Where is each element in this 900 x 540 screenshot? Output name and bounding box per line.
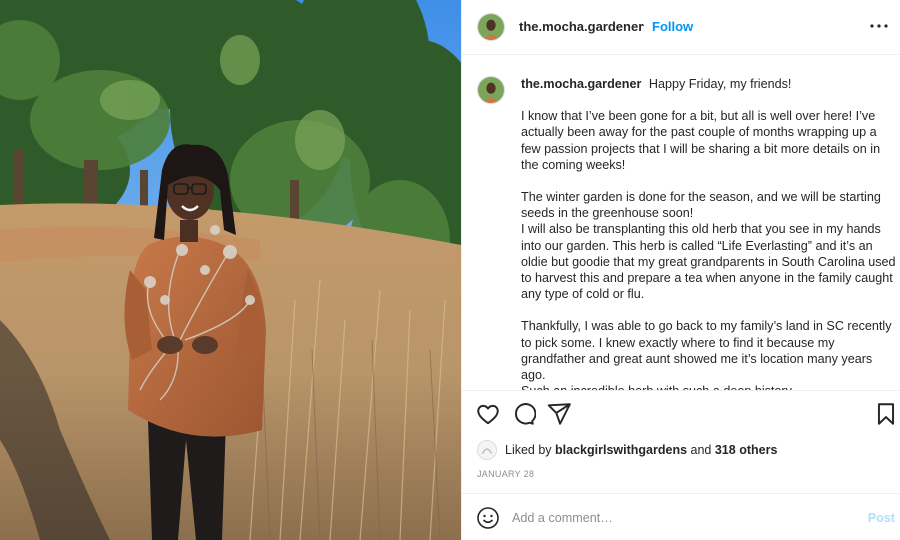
avatar-image [478, 77, 504, 103]
share-icon[interactable] [546, 401, 572, 427]
caption-paragraph: The winter garden is done for the season… [521, 190, 896, 302]
emoji-icon[interactable] [476, 506, 500, 530]
caption-paragraph: I know that I’ve been gone for a bit, bu… [521, 109, 881, 172]
post-header: the.mocha.gardener · Follow [462, 0, 900, 55]
post-date[interactable]: JANUARY 28 [477, 469, 534, 479]
post-side-panel: the.mocha.gardener · Follow the.mocha.ga… [461, 0, 900, 540]
comment-bar: Post [462, 493, 900, 540]
post-photo[interactable] [0, 0, 461, 540]
action-bar [462, 390, 900, 436]
likes-summary: Liked by blackgirlswithgardens and 318 o… [477, 440, 777, 460]
post-caption: the.mocha.gardener Happy Friday, my frie… [521, 76, 899, 390]
post-comment-button[interactable]: Post [868, 511, 895, 525]
caption-area[interactable]: the.mocha.gardener Happy Friday, my frie… [462, 56, 900, 390]
comment-input[interactable] [512, 505, 842, 531]
liker-avatar[interactable] [477, 440, 497, 460]
follow-button[interactable]: Follow [652, 19, 693, 34]
likes-others-link[interactable]: 318 others [715, 443, 778, 457]
likes-prefix: Liked by [505, 443, 552, 457]
liker-username[interactable]: blackgirlswithgardens [555, 443, 687, 457]
caption-greeting: Happy Friday, my friends! [648, 77, 792, 91]
caption-username[interactable]: the.mocha.gardener [521, 77, 641, 91]
caption-paragraph: Thankfully, I was able to go back to my … [521, 319, 892, 390]
heart-icon[interactable] [475, 401, 501, 427]
likes-conjunction: and [690, 443, 712, 457]
comment-icon[interactable] [510, 401, 536, 427]
caption-first-line: the.mocha.gardener Happy Friday, my frie… [521, 76, 899, 92]
bookmark-icon[interactable] [873, 401, 899, 427]
photo-illustration [0, 0, 461, 540]
separator-dot: · [641, 17, 646, 32]
header-username[interactable]: the.mocha.gardener [519, 19, 643, 34]
avatar[interactable] [477, 13, 505, 41]
more-options-icon[interactable] [865, 12, 893, 40]
avatar-image [478, 14, 504, 40]
caption-avatar[interactable] [477, 76, 505, 104]
